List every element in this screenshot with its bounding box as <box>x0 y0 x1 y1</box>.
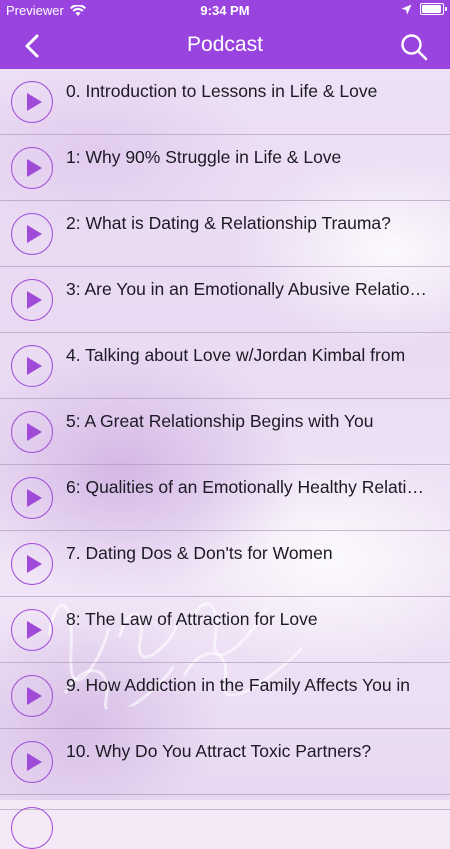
episode-row[interactable]: 7. Dating Dos & Don'ts for Women <box>0 531 450 597</box>
episode-row[interactable]: 2: What is Dating & Relationship Trauma? <box>0 201 450 267</box>
play-button[interactable] <box>11 477 53 519</box>
episode-title: 9. How Addiction in the Family Affects Y… <box>66 675 411 695</box>
episode-list: 0. Introduction to Lessons in Life & Lov… <box>0 69 450 849</box>
play-button[interactable] <box>11 609 53 651</box>
episode-row[interactable]: 6: Qualities of an Emotionally Healthy R… <box>0 465 450 531</box>
play-icon <box>27 159 42 177</box>
play-button[interactable] <box>11 411 53 453</box>
episode-row[interactable]: 1: Why 90% Struggle in Life & Love <box>0 135 450 201</box>
search-button[interactable] <box>400 33 428 61</box>
play-icon <box>27 753 42 771</box>
play-button[interactable] <box>11 345 53 387</box>
play-icon <box>27 357 42 375</box>
play-icon <box>27 489 42 507</box>
episode-title: 0. Introduction to Lessons in Life & Lov… <box>66 81 378 101</box>
episode-row[interactable]: 5: A Great Relationship Begins with You <box>0 399 450 465</box>
play-icon <box>27 291 42 309</box>
episode-title: 7. Dating Dos & Don'ts for Women <box>66 543 333 563</box>
episode-row[interactable]: 10. Why Do You Attract Toxic Partners? <box>0 729 450 795</box>
episode-row[interactable]: 8: The Law of Attraction for Love <box>0 597 450 663</box>
episode-title: 8: The Law of Attraction for Love <box>66 609 318 629</box>
episode-row-partial[interactable] <box>0 795 450 849</box>
play-icon <box>27 687 42 705</box>
episode-title: 4. Talking about Love w/Jordan Kimbal fr… <box>66 345 406 365</box>
status-bar: Previewer 9:34 PM <box>0 0 450 22</box>
status-right-group <box>401 3 447 15</box>
play-button[interactable] <box>11 147 53 189</box>
episode-title: 2: What is Dating & Relationship Trauma? <box>66 213 391 233</box>
episode-title: 10. Why Do You Attract Toxic Partners? <box>66 741 372 761</box>
play-button[interactable] <box>11 543 53 585</box>
play-button[interactable] <box>11 741 53 783</box>
page-title: Podcast <box>187 33 263 56</box>
navigation-bar: Podcast <box>0 22 450 69</box>
play-button[interactable] <box>11 81 53 123</box>
battery-icon <box>420 3 447 15</box>
play-icon <box>27 93 42 111</box>
search-icon <box>401 34 428 61</box>
play-icon <box>27 225 42 243</box>
episode-title: 6: Qualities of an Emotionally Healthy R… <box>66 477 431 497</box>
episode-title: 5: A Great Relationship Begins with You <box>66 411 374 431</box>
episode-title: 3: Are You in an Emotionally Abusive Rel… <box>66 279 431 299</box>
status-time: 9:34 PM <box>200 3 250 18</box>
episode-row[interactable]: 4. Talking about Love w/Jordan Kimbal fr… <box>0 333 450 399</box>
location-arrow-icon <box>401 4 412 14</box>
episode-title: 1: Why 90% Struggle in Life & Love <box>66 147 342 167</box>
episode-row[interactable]: 0. Introduction to Lessons in Life & Lov… <box>0 69 450 135</box>
play-button[interactable] <box>11 279 53 321</box>
play-button[interactable] <box>11 807 53 849</box>
episode-row[interactable]: 9. How Addiction in the Family Affects Y… <box>0 663 450 729</box>
play-icon <box>27 621 42 639</box>
play-button[interactable] <box>11 675 53 717</box>
play-icon <box>27 423 42 441</box>
play-icon <box>27 555 42 573</box>
play-button[interactable] <box>11 213 53 255</box>
episode-row[interactable]: 3: Are You in an Emotionally Abusive Rel… <box>0 267 450 333</box>
